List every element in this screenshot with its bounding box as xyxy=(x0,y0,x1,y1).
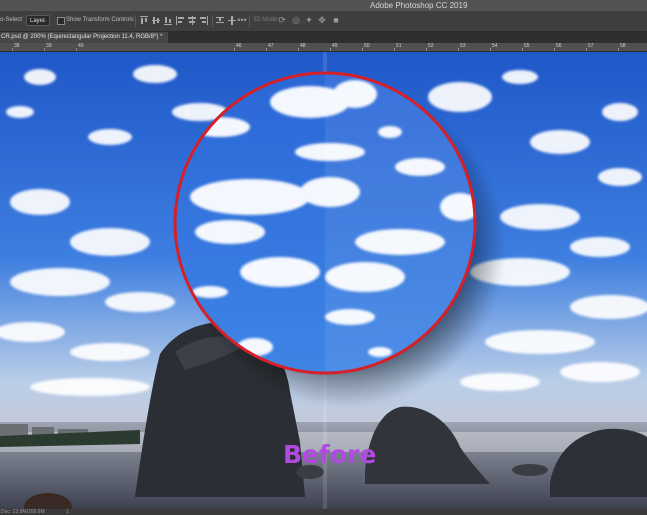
3d-orbit-icon[interactable]: ⟳ xyxy=(277,15,287,25)
ruler-tick-label: 51 xyxy=(396,43,402,49)
more-options-icon[interactable]: ••• xyxy=(237,15,247,25)
divider xyxy=(135,15,136,27)
align-top-edges-icon[interactable] xyxy=(140,16,148,25)
ruler-tick-mark xyxy=(44,48,45,51)
3d-slide-icon[interactable]: ✥ xyxy=(317,15,327,25)
document-size-info[interactable]: Doc: 23.9M/200.6M xyxy=(1,509,45,515)
align-bottom-edges-icon[interactable] xyxy=(164,16,172,25)
ruler-tick-label: 48 xyxy=(300,43,306,49)
ruler-tick-mark xyxy=(362,48,363,51)
ruler-tick-label: 58 xyxy=(620,43,626,49)
ruler-tick-label: 50 xyxy=(364,43,370,49)
ruler-tick-label: 56 xyxy=(556,43,562,49)
document-canvas[interactable]: Before xyxy=(0,52,647,509)
ruler-tick-label: 49 xyxy=(332,43,338,49)
ruler-tick-label: 47 xyxy=(268,43,274,49)
ruler-tick-mark xyxy=(394,48,395,51)
document-tab-bar: CR.psd @ 200% (Equirectangular Projectio… xyxy=(0,32,647,43)
before-label: Before xyxy=(283,440,377,469)
ruler-tick-label: 46 xyxy=(236,43,242,49)
horizontal-ruler[interactable]: 38 39 40 46 47 48 49 50 51 52 53 54 55 56 57 58 xyxy=(0,43,647,52)
ruler-tick-label: 39 xyxy=(46,43,52,49)
distribute-center-icon[interactable] xyxy=(228,16,236,25)
ruler-tick-mark xyxy=(586,48,587,51)
photoshop-window: Adobe Photoshop CC 2019 o-Select Layer ⌄… xyxy=(0,0,647,515)
align-vertical-centers-icon[interactable] xyxy=(152,16,160,25)
title-bar: Adobe Photoshop CC 2019 xyxy=(0,0,647,11)
status-bar: Doc: 23.9M/200.6M 1 xyxy=(0,509,647,515)
status-indicator: 1 xyxy=(66,509,69,515)
ruler-tick-label: 38 xyxy=(14,43,20,49)
3d-scale-icon[interactable]: ■ xyxy=(331,15,341,25)
ruler-tick-mark xyxy=(618,48,619,51)
ruler-tick-label: 57 xyxy=(588,43,594,49)
align-right-edges-icon[interactable] xyxy=(200,16,208,25)
ruler-tick-mark xyxy=(490,48,491,51)
ruler-tick-mark xyxy=(12,48,13,51)
window-title: Adobe Photoshop CC 2019 xyxy=(370,1,468,10)
show-transform-controls-label[interactable]: Show Transform Controls xyxy=(66,17,134,23)
ruler-tick-mark xyxy=(234,48,235,51)
distribute-top-icon[interactable] xyxy=(216,16,224,25)
ruler-tick-mark xyxy=(458,48,459,51)
ruler-tick-mark xyxy=(266,48,267,51)
ruler-tick-mark xyxy=(522,48,523,51)
ruler-tick-label: 55 xyxy=(524,43,530,49)
ruler-tick-label: 53 xyxy=(460,43,466,49)
ruler-tick-label: 40 xyxy=(78,43,84,49)
chevron-down-icon: ⌄ xyxy=(41,18,47,24)
ruler-tick-mark xyxy=(298,48,299,51)
show-transform-controls-checkbox[interactable] xyxy=(57,17,65,25)
divider xyxy=(212,15,213,27)
ruler-tick-mark xyxy=(76,48,77,51)
ruler-tick-mark xyxy=(554,48,555,51)
divider xyxy=(249,15,250,27)
ruler-tick-mark xyxy=(426,48,427,51)
ruler-tick-label: 54 xyxy=(492,43,498,49)
align-left-edges-icon[interactable] xyxy=(176,16,184,25)
3d-drag-icon[interactable]: ✦ xyxy=(304,15,314,25)
align-horizontal-centers-icon[interactable] xyxy=(188,16,196,25)
auto-select-label: o-Select xyxy=(0,17,23,23)
options-bar: o-Select Layer ⌄ Show Transform Controls… xyxy=(0,11,647,32)
document-tab[interactable]: CR.psd @ 200% (Equirectangular Projectio… xyxy=(0,32,168,43)
ruler-tick-label: 52 xyxy=(428,43,434,49)
3d-mode-label: 3D Mode xyxy=(253,17,278,23)
3d-roll-icon[interactable]: ◎ xyxy=(291,15,301,25)
layer-dropdown[interactable]: Layer ⌄ xyxy=(26,15,50,26)
ruler-tick-mark xyxy=(330,48,331,51)
